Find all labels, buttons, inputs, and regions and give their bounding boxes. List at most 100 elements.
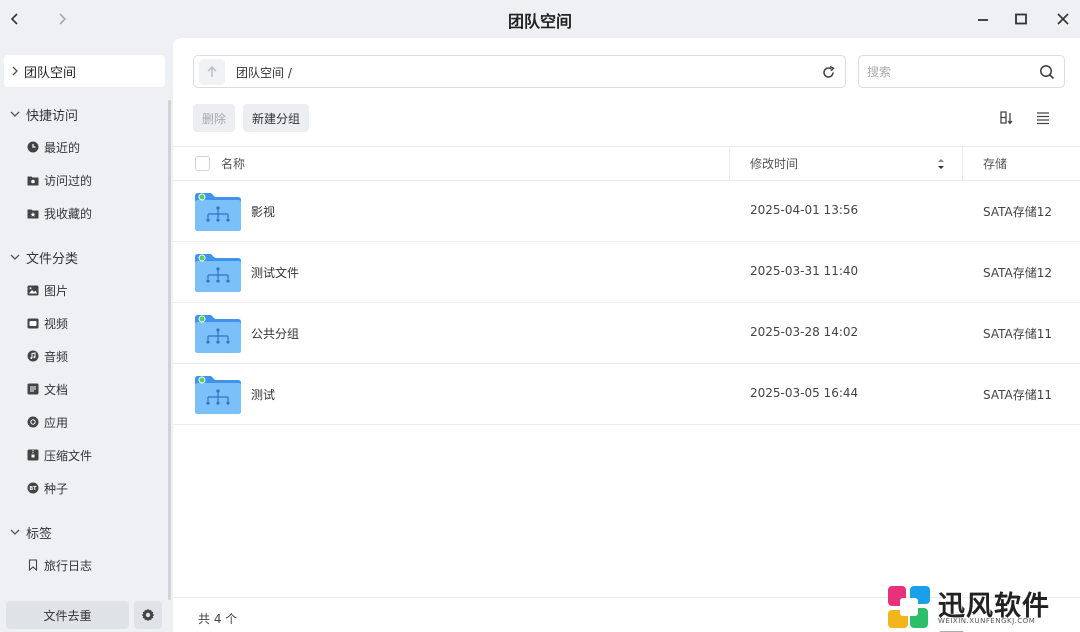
window-title: 团队空间 (507, 12, 572, 31)
column-divider[interactable] (729, 147, 730, 181)
select-all-checkbox[interactable] (195, 156, 210, 171)
sidebar-item-label: 种子 (44, 481, 69, 496)
maximize-icon (1015, 13, 1027, 25)
search-box[interactable] (858, 55, 1065, 88)
minimize-icon (978, 19, 988, 21)
table-row[interactable]: 测试 2025-03-05 16:44 SATA存储11 (173, 364, 1080, 425)
file-name[interactable]: 测试 (251, 386, 275, 403)
path-bar[interactable]: 团队空间 / (193, 55, 846, 88)
sidebar-item-favorites[interactable]: 我收藏的 (27, 203, 92, 223)
settings-button[interactable] (134, 601, 162, 629)
list-view-button[interactable] (1034, 109, 1052, 127)
item-count: 共 4 个 (198, 612, 238, 626)
sidebar-item-label: 最近的 (44, 140, 81, 155)
sidebar-group-quick-access[interactable]: 快捷访问 (10, 104, 78, 124)
archive-icon (27, 449, 39, 461)
sidebar-item-apps[interactable]: 应用 (27, 412, 68, 432)
column-header-name[interactable]: 名称 (221, 155, 245, 172)
modified-time: 2025-03-31 11:40 (750, 264, 859, 278)
table-row[interactable]: 影视 2025-04-01 13:56 SATA存储12 (173, 181, 1080, 242)
minimize-button[interactable] (972, 8, 994, 30)
torrent-icon: BT (27, 482, 39, 494)
close-icon (1057, 13, 1069, 25)
search-icon[interactable] (1038, 63, 1056, 81)
sidebar-item-video[interactable]: 视频 (27, 313, 68, 333)
modified-time: 2025-03-05 16:44 (750, 386, 859, 400)
sidebar-item-label: 团队空间 (24, 65, 77, 81)
sidebar-item-label: 音频 (44, 349, 69, 364)
music-icon (27, 350, 39, 362)
chevron-right-icon (12, 66, 18, 76)
modified-time: 2025-03-28 14:02 (750, 325, 859, 339)
chevron-down-icon (10, 529, 20, 535)
search-input[interactable] (867, 63, 1027, 81)
sort-view-button[interactable] (998, 109, 1016, 127)
sidebar-item-label: 压缩文件 (44, 448, 93, 463)
folder-star-icon (27, 207, 39, 219)
dedupe-files-button[interactable]: 文件去重 (6, 601, 129, 629)
column-header-modified[interactable]: 修改时间 (750, 155, 798, 172)
team-folder-icon (195, 376, 241, 414)
sidebar-group-label: 标签 (26, 526, 53, 542)
maximize-button[interactable] (1010, 8, 1032, 30)
sidebar-item-archives[interactable]: 压缩文件 (27, 445, 92, 465)
sidebar-item-recent[interactable]: 最近的 (27, 137, 80, 157)
sidebar-item-label: 应用 (44, 415, 69, 430)
sidebar-item-audio[interactable]: 音频 (27, 346, 68, 366)
team-folder-icon (195, 254, 241, 292)
watermark: 迅风软件园 WEIXIN.XUNFENGKJ.COM (886, 584, 1076, 632)
image-icon (27, 284, 39, 296)
sidebar-group-file-categories[interactable]: 文件分类 (10, 247, 78, 267)
video-icon (27, 317, 39, 329)
modified-time: 2025-04-01 13:56 (750, 203, 859, 217)
sidebar: 团队空间 快捷访问 最近的 访问过的 我收藏的 文件分类 图片 视频 音频 文档… (0, 38, 172, 632)
refresh-button[interactable] (819, 63, 837, 81)
file-name[interactable]: 测试文件 (251, 264, 299, 281)
sidebar-item-travel-log[interactable]: 旅行日志 (27, 555, 92, 575)
sidebar-item-documents[interactable]: 文档 (27, 379, 68, 399)
storage-location: SATA存储11 (983, 388, 1052, 402)
file-name[interactable]: 公共分组 (251, 325, 299, 342)
document-icon (27, 383, 39, 395)
storage-location: SATA存储11 (983, 327, 1052, 341)
sort-toggle-icon[interactable] (936, 157, 946, 171)
sidebar-group-label: 文件分类 (26, 251, 79, 267)
sidebar-item-label: 旅行日志 (44, 558, 93, 573)
table-row[interactable]: 测试文件 2025-03-31 11:40 SATA存储12 (173, 242, 1080, 303)
sidebar-item-team-space[interactable]: 团队空间 (4, 55, 165, 87)
sort-icon (1000, 111, 1013, 125)
table-row[interactable]: 公共分组 2025-03-28 14:02 SATA存储11 (173, 303, 1080, 364)
list-view-icon (1037, 112, 1049, 125)
chevron-down-icon (10, 254, 20, 260)
sidebar-group-tags[interactable]: 标签 (10, 522, 52, 542)
column-header-storage[interactable]: 存储 (983, 155, 1007, 172)
main-panel: 团队空间 / 删除 新建分组 名称 修改时间 存储 (173, 38, 1080, 632)
sidebar-item-label: 图片 (44, 283, 69, 298)
sidebar-item-label: 我收藏的 (44, 206, 93, 221)
storage-location: SATA存储12 (983, 266, 1052, 280)
breadcrumb[interactable]: 团队空间 / (236, 64, 292, 81)
column-divider[interactable] (962, 147, 963, 181)
sidebar-item-label: 视频 (44, 316, 69, 331)
chevron-down-icon (10, 111, 20, 117)
close-button[interactable] (1052, 8, 1074, 30)
arrow-up-icon (207, 66, 217, 77)
file-name[interactable]: 影视 (251, 203, 275, 220)
new-group-button[interactable]: 新建分组 (243, 104, 309, 132)
delete-button[interactable]: 删除 (193, 104, 235, 132)
gear-icon (141, 608, 155, 622)
refresh-icon (822, 65, 835, 78)
table-header: 名称 修改时间 存储 (173, 146, 1080, 181)
sidebar-scrollbar[interactable] (168, 100, 171, 600)
sidebar-item-label: 文档 (44, 382, 69, 397)
watermark-logo-icon (888, 586, 930, 628)
sidebar-item-images[interactable]: 图片 (27, 280, 68, 300)
sidebar-item-torrents[interactable]: BT 种子 (27, 478, 68, 498)
up-button[interactable] (199, 59, 225, 85)
team-folder-icon (195, 315, 241, 353)
clock-icon (27, 141, 39, 153)
bookmark-icon (27, 559, 39, 571)
title-bar: 团队空间 (0, 0, 1080, 38)
sidebar-item-visited[interactable]: 访问过的 (27, 170, 92, 190)
team-folder-icon (195, 193, 241, 231)
